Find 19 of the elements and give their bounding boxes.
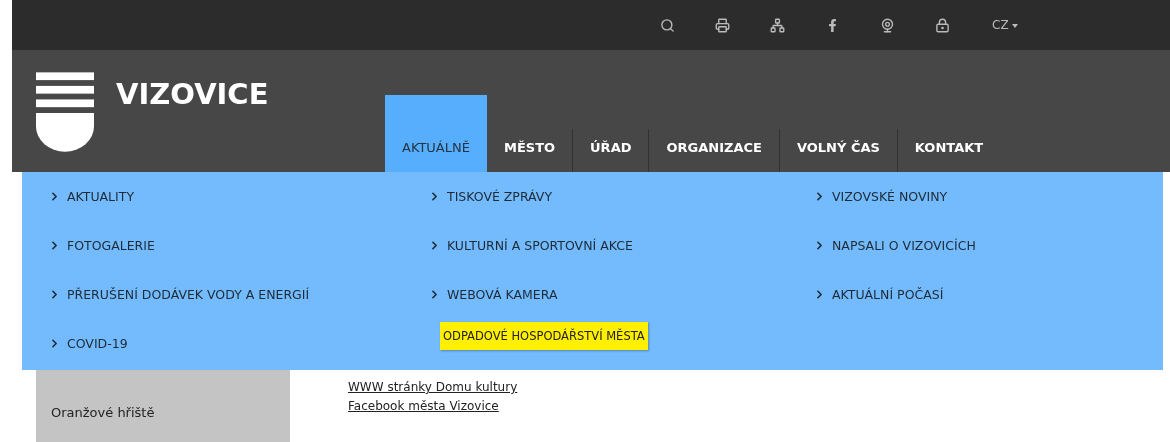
nav-tab[interactable]: MĚSTO	[486, 129, 573, 172]
menu-item[interactable]: TISKOVÉ ZPRÁVY	[428, 186, 813, 206]
menu-item[interactable]: AKTUÁLNÍ POČASÍ	[813, 284, 1163, 304]
menu-item[interactable]: VIZOVSKÉ NOVINY	[813, 186, 1163, 206]
language-selector[interactable]: CZ	[992, 18, 1018, 32]
tooltip: ODPADOVÉ HOSPODÁŘSTVÍ MĚSTA	[440, 322, 648, 350]
content-link[interactable]: WWW stránky Domu kultury	[348, 380, 518, 394]
menu-item[interactable]: FOTOGALERIE	[48, 235, 428, 255]
menu-item[interactable]: AKTUALITY	[48, 186, 428, 206]
content-link[interactable]: Facebook města Vizovice	[348, 399, 518, 413]
menu-item[interactable]: PŘERUŠENÍ DODÁVEK VODY A ENERGIÍ	[48, 284, 428, 304]
menu-item[interactable]: WEBOVÁ KAMERA	[428, 284, 813, 304]
menu-item[interactable]: NAPSALI O VIZOVICÍCH	[813, 235, 1163, 255]
shield-logo-icon	[36, 72, 94, 152]
menu-item[interactable]: COVID-19	[48, 333, 428, 353]
menu-item[interactable]: KULTURNÍ A SPORTOVNÍ AKCE	[428, 235, 813, 255]
nav-tab[interactable]: AKTUÁLNĚ	[385, 95, 487, 172]
site-name[interactable]: VIZOVICE	[116, 80, 269, 109]
sidebar-item[interactable]: Oranžové hřiště	[36, 394, 290, 430]
